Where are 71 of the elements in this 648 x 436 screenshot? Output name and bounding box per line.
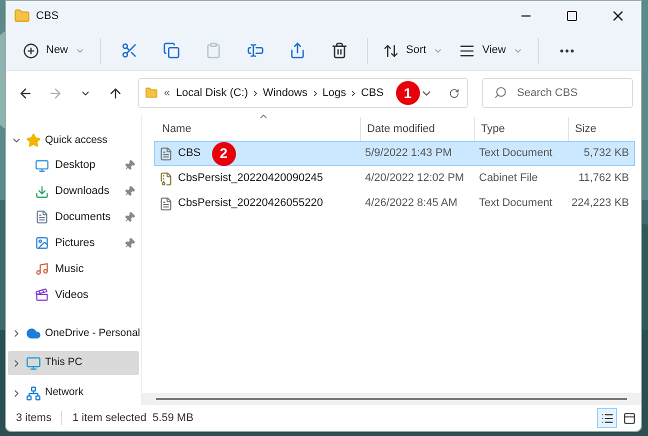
toolbar-button[interactable]: Sort — [376, 34, 450, 66]
maximize-icon[interactable] — [566, 10, 578, 22]
breadcrumb[interactable]: Logs — [322, 84, 346, 102]
file-row[interactable]: CBS 2 5/9/2022 1:43 PM Text Document 5,732 KB — [154, 141, 635, 166]
toolbar-button[interactable]: View — [452, 34, 530, 66]
callout-badge: 2 — [212, 142, 236, 166]
back-icon[interactable] — [18, 86, 32, 100]
sidebar-item[interactable]: Videos — [6, 282, 141, 308]
file-row[interactable]: CbsPersist_20220426055220 4/26/2022 8:45 AM Text Document 224,223 KB — [154, 191, 635, 216]
up-icon[interactable] — [108, 86, 122, 100]
folder-icon — [145, 85, 158, 101]
horizontal-scrollbar[interactable] — [142, 393, 641, 405]
date-cell-text: 4/20/2022 12:02 PM — [364, 171, 466, 186]
size-cell-text: 5,732 KB — [582, 146, 629, 162]
item-count: 3 items — [16, 410, 52, 426]
selection-count: 1 item selected — [72, 410, 146, 426]
desktop-icon — [35, 158, 49, 173]
share-icon[interactable] — [288, 42, 306, 59]
window-title: CBS — [36, 8, 59, 24]
network-icon — [26, 386, 41, 401]
selection-size: 5.59 MB — [152, 410, 194, 426]
text-file-icon — [159, 146, 173, 160]
refresh-icon[interactable] — [448, 86, 460, 100]
sidebar-item[interactable]: Music — [6, 256, 141, 282]
type-cell-text: Text Document — [478, 146, 554, 162]
tiles-icon — [622, 412, 636, 424]
monitor-icon — [26, 356, 41, 371]
folder-icon — [14, 8, 30, 24]
breadcrumb[interactable]: Windows — [262, 84, 308, 102]
breadcrumb[interactable]: Local Disk (C:) — [176, 84, 248, 102]
file-row[interactable]: CbsPersist_20220420090245 4/20/2022 12:02 PM Cabinet File 11,762 KB — [154, 166, 635, 191]
sidebar-item[interactable]: OneDrive - Personal — [8, 322, 139, 346]
list-icon — [600, 412, 614, 424]
file-name: CbsPersist_20220420090245 — [178, 171, 323, 186]
toolbar-button[interactable]: New — [16, 34, 92, 66]
text-file-icon — [159, 196, 173, 210]
sidebar-item[interactable]: This PC — [8, 351, 139, 376]
address-bar[interactable]: « Local Disk (C:) Windows Logs CBS 1 — [138, 78, 468, 108]
scissors-icon[interactable] — [120, 42, 138, 59]
callout-badge: 1 — [396, 81, 420, 105]
search-icon — [494, 86, 507, 99]
search-field[interactable]: Search CBS — [482, 78, 633, 108]
breadcrumb[interactable]: CBS — [360, 84, 384, 102]
file-name: CBS — [178, 146, 201, 162]
video-icon — [35, 288, 49, 302]
sidebar-item[interactable]: Downloads — [6, 178, 141, 204]
size-cell-text: 11,762 KB — [577, 171, 629, 186]
sidebar-item[interactable]: Pictures — [6, 230, 141, 256]
date-cell-text: 5/9/2022 1:43 PM — [364, 146, 453, 162]
music-icon — [35, 262, 49, 276]
sidebar-item[interactable]: Documents — [6, 204, 141, 230]
sidebar-item[interactable]: Quick access — [8, 129, 139, 153]
type-cell-text: Text Document — [478, 196, 554, 212]
document-icon — [35, 210, 49, 224]
download-icon — [35, 184, 49, 199]
sidebar-item[interactable]: Desktop — [6, 152, 141, 179]
picture-icon — [35, 236, 49, 250]
overflow-chevron[interactable]: « — [164, 84, 170, 102]
sidebar-item[interactable]: Network — [8, 381, 139, 405]
size-cell-text: 224,223 KB — [570, 196, 629, 212]
archive-file-icon — [159, 172, 173, 186]
column-header[interactable]: Name — [156, 117, 360, 141]
star-icon — [26, 133, 41, 148]
type-cell-text: Cabinet File — [478, 171, 539, 186]
date-cell-text: 4/26/2022 8:45 AM — [364, 196, 458, 212]
trash-icon[interactable] — [330, 42, 348, 59]
cloud-icon — [26, 326, 41, 342]
copy-icon[interactable] — [162, 42, 180, 59]
file-name: CbsPersist_20220426055220 — [178, 196, 323, 212]
details-view-button[interactable] — [597, 408, 617, 428]
rename-icon[interactable] — [246, 42, 264, 59]
